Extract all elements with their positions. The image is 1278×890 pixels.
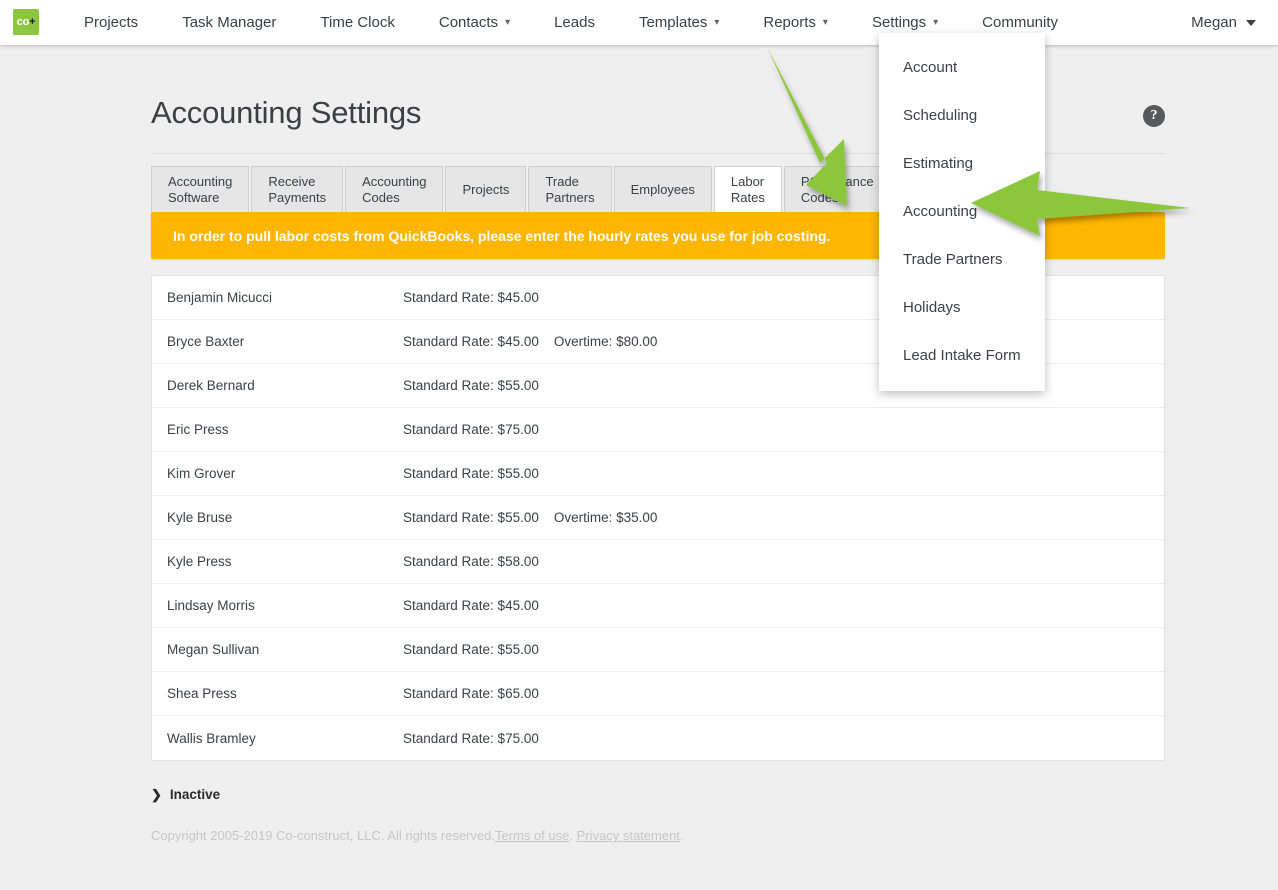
tab-accounting-codes[interactable]: Accounting Codes [345, 166, 443, 212]
nav-item-leads[interactable]: Leads [532, 0, 617, 45]
menu-item-label: Accounting [903, 203, 977, 220]
chevron-right-icon: ❯ [151, 788, 162, 801]
employee-name: Lindsay Morris [152, 598, 403, 613]
footer: Copyright 2005-2019 Co-construct, LLC. A… [151, 828, 1165, 843]
menu-item-trade-partners[interactable]: Trade Partners [879, 235, 1045, 283]
logo-text-primary: co [17, 17, 29, 28]
nav-item-label: Projects [84, 14, 138, 31]
footer-separator: . [569, 828, 576, 843]
tab-accounting-software[interactable]: Accounting Software [151, 166, 249, 212]
nav-item-label: Templates [639, 14, 707, 31]
copyright-text: Copyright 2005-2019 Co-construct, LLC. A… [151, 828, 495, 843]
nav-item-label: Time Clock [320, 14, 394, 31]
chevron-down-icon: ▾ [933, 18, 938, 28]
employee-name: Kyle Press [152, 554, 403, 569]
table-row[interactable]: Eric Press Standard Rate: $75.00 [152, 408, 1164, 452]
chevron-down-icon: ▾ [505, 18, 510, 28]
standard-rate: Standard Rate: $55.00 [403, 378, 539, 393]
standard-rate: Standard Rate: $65.00 [403, 686, 539, 701]
tab-po-variance-codes[interactable]: PO Variance Codes [784, 166, 891, 212]
standard-rate: Standard Rate: $45.00 [403, 598, 539, 613]
settings-dropdown-menu: Account Scheduling Estimating Accounting… [879, 33, 1045, 391]
standard-rate: Standard Rate: $58.00 [403, 554, 539, 569]
tab-projects[interactable]: Projects [445, 166, 526, 212]
inactive-section-toggle[interactable]: ❯ Inactive [151, 787, 1165, 802]
nav-item-task-manager[interactable]: Task Manager [160, 0, 298, 45]
user-menu[interactable]: Megan [1191, 0, 1256, 45]
nav-item-label: Community [982, 14, 1058, 31]
nav-item-contacts[interactable]: Contacts ▾ [417, 0, 532, 45]
standard-rate: Standard Rate: $55.00 [403, 510, 539, 525]
menu-item-scheduling[interactable]: Scheduling [879, 91, 1045, 139]
tab-trade-partners[interactable]: Trade Partners [528, 166, 611, 212]
menu-item-label: Scheduling [903, 107, 977, 124]
employee-name: Wallis Bramley [152, 731, 403, 746]
menu-item-label: Holidays [903, 299, 961, 316]
nav-item-templates[interactable]: Templates ▾ [617, 0, 741, 45]
menu-item-holidays[interactable]: Holidays [879, 283, 1045, 331]
menu-item-account[interactable]: Account [879, 43, 1045, 91]
table-row[interactable]: Kyle Press Standard Rate: $58.00 [152, 540, 1164, 584]
chevron-down-icon: ▾ [714, 18, 719, 28]
nav-item-label: Contacts [439, 14, 498, 31]
nav-item-label: Reports [763, 14, 816, 31]
table-row[interactable]: Kim Grover Standard Rate: $55.00 [152, 452, 1164, 496]
standard-rate: Standard Rate: $55.00 [403, 642, 539, 657]
standard-rate: Standard Rate: $55.00 [403, 466, 539, 481]
menu-item-label: Lead Intake Form [903, 347, 1021, 364]
nav-item-label: Settings [872, 14, 926, 31]
tab-receive-payments[interactable]: Receive Payments [251, 166, 343, 212]
tab-employees[interactable]: Employees [614, 166, 712, 212]
chevron-down-icon: ▾ [823, 18, 828, 28]
employee-name: Bryce Baxter [152, 334, 403, 349]
user-menu-label: Megan [1191, 14, 1237, 31]
logo-text-secondary: + [29, 17, 35, 28]
menu-item-label: Estimating [903, 155, 973, 172]
table-row[interactable]: Shea Press Standard Rate: $65.00 [152, 672, 1164, 716]
nav-item-label: Task Manager [182, 14, 276, 31]
privacy-statement-link[interactable]: Privacy statement [577, 828, 680, 843]
employee-name: Derek Bernard [152, 378, 403, 393]
tab-labor-rates[interactable]: Labor Rates [714, 166, 782, 212]
menu-item-accounting[interactable]: Accounting [879, 187, 1045, 235]
caret-down-icon [1246, 20, 1256, 26]
nav-item-projects[interactable]: Projects [62, 0, 160, 45]
table-row[interactable]: Kyle Bruse Standard Rate: $55.00 Overtim… [152, 496, 1164, 540]
standard-rate: Standard Rate: $75.00 [403, 731, 539, 746]
standard-rate: Standard Rate: $45.00 [403, 290, 539, 305]
table-row[interactable]: Wallis Bramley Standard Rate: $75.00 [152, 716, 1164, 760]
menu-item-estimating[interactable]: Estimating [879, 139, 1045, 187]
footer-period: . [680, 828, 684, 843]
standard-rate: Standard Rate: $45.00 [403, 334, 539, 349]
employee-name: Kim Grover [152, 466, 403, 481]
menu-item-lead-intake-form[interactable]: Lead Intake Form [879, 331, 1045, 379]
app-logo[interactable]: co+ [13, 9, 39, 35]
employee-name: Shea Press [152, 686, 403, 701]
nav-item-time-clock[interactable]: Time Clock [298, 0, 416, 45]
employee-name: Megan Sullivan [152, 642, 403, 657]
menu-item-label: Account [903, 59, 957, 76]
nav-item-label: Leads [554, 14, 595, 31]
nav-item-reports[interactable]: Reports ▾ [741, 0, 850, 45]
inactive-label: Inactive [170, 787, 220, 802]
employee-name: Benjamin Micucci [152, 290, 403, 305]
table-row[interactable]: Megan Sullivan Standard Rate: $55.00 [152, 628, 1164, 672]
help-icon[interactable]: ? [1143, 105, 1165, 127]
menu-item-label: Trade Partners [903, 251, 1003, 268]
employee-name: Eric Press [152, 422, 403, 437]
top-navigation-bar: co+ Projects Task Manager Time Clock Con… [0, 0, 1278, 45]
standard-rate: Standard Rate: $75.00 [403, 422, 539, 437]
employee-name: Kyle Bruse [152, 510, 403, 525]
table-row[interactable]: Lindsay Morris Standard Rate: $45.00 [152, 584, 1164, 628]
overtime-rate: Overtime: $35.00 [554, 510, 658, 525]
page-body: Accounting Settings ? Accounting Softwar… [0, 45, 1278, 890]
terms-of-use-link[interactable]: Terms of use [495, 828, 569, 843]
overtime-rate: Overtime: $80.00 [554, 334, 658, 349]
